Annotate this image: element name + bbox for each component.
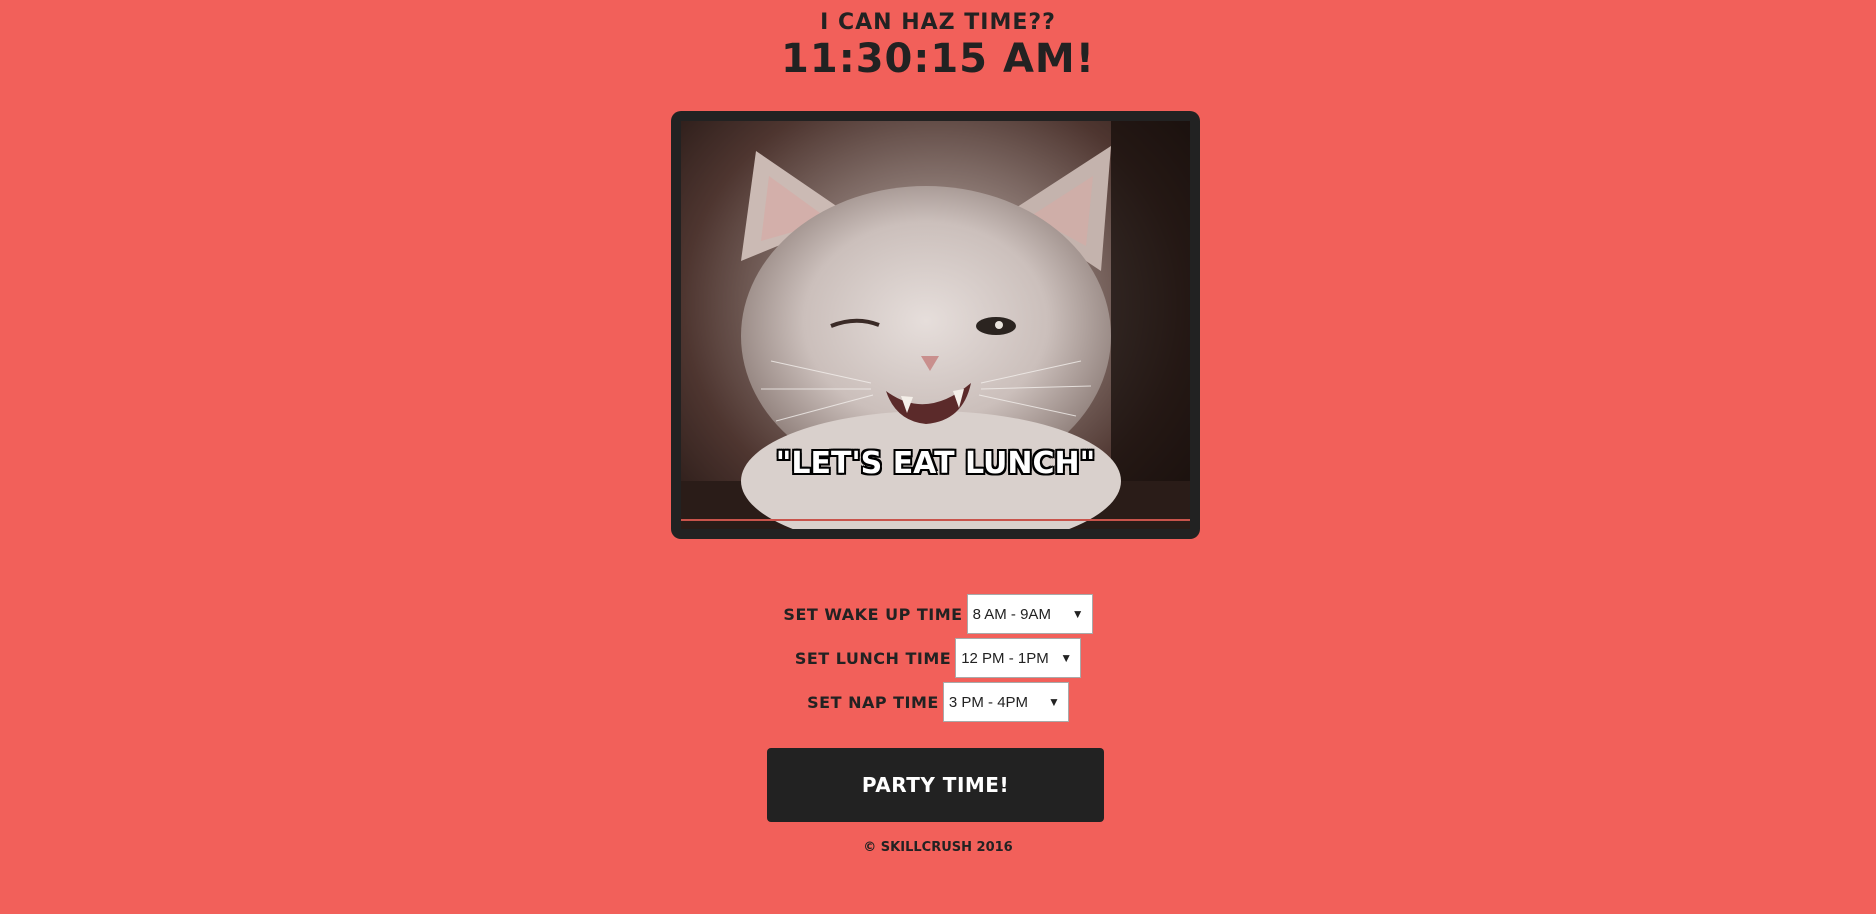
wake-time-value: 8 AM - 9AM <box>972 605 1051 623</box>
nap-time-row: Set nap time 3 PM - 4PM ▼ <box>0 682 1876 724</box>
dropdown-arrow-icon: ▼ <box>1047 695 1060 709</box>
nap-time-label: Set nap time <box>807 692 939 712</box>
dropdown-arrow-icon: ▼ <box>1071 607 1084 621</box>
lunch-time-row: Set lunch time 12 PM - 1PM ▼ <box>0 638 1876 680</box>
photo-frame: "LET'S EAT LUNCH" <box>671 111 1200 539</box>
party-time-button[interactable]: Party time! <box>767 748 1104 822</box>
wake-time-select[interactable]: 8 AM - 9AM ▼ <box>966 594 1093 634</box>
lunch-time-label: Set lunch time <box>794 648 952 668</box>
nap-time-value: 3 PM - 4PM <box>948 693 1029 711</box>
wake-time-label: Set wake up time <box>783 604 963 624</box>
lunch-time-select[interactable]: 12 PM - 1PM ▼ <box>955 638 1082 678</box>
footer-copyright: © Skillcrush 2016 <box>863 840 1013 855</box>
dropdown-arrow-icon: ▼ <box>1060 651 1073 665</box>
page-title: I can haz time?? <box>820 10 1056 35</box>
wake-time-row: Set wake up time 8 AM - 9AM ▼ <box>0 594 1876 636</box>
nap-time-select[interactable]: 3 PM - 4PM ▼ <box>942 682 1069 722</box>
photo-caption: "LET'S EAT LUNCH" <box>775 446 1096 481</box>
clock-display: 11:30:15 AM! <box>781 36 1095 82</box>
cat-photo: "LET'S EAT LUNCH" <box>681 121 1190 529</box>
lunch-time-value: 12 PM - 1PM <box>961 649 1049 667</box>
photo-divider <box>681 519 1190 521</box>
